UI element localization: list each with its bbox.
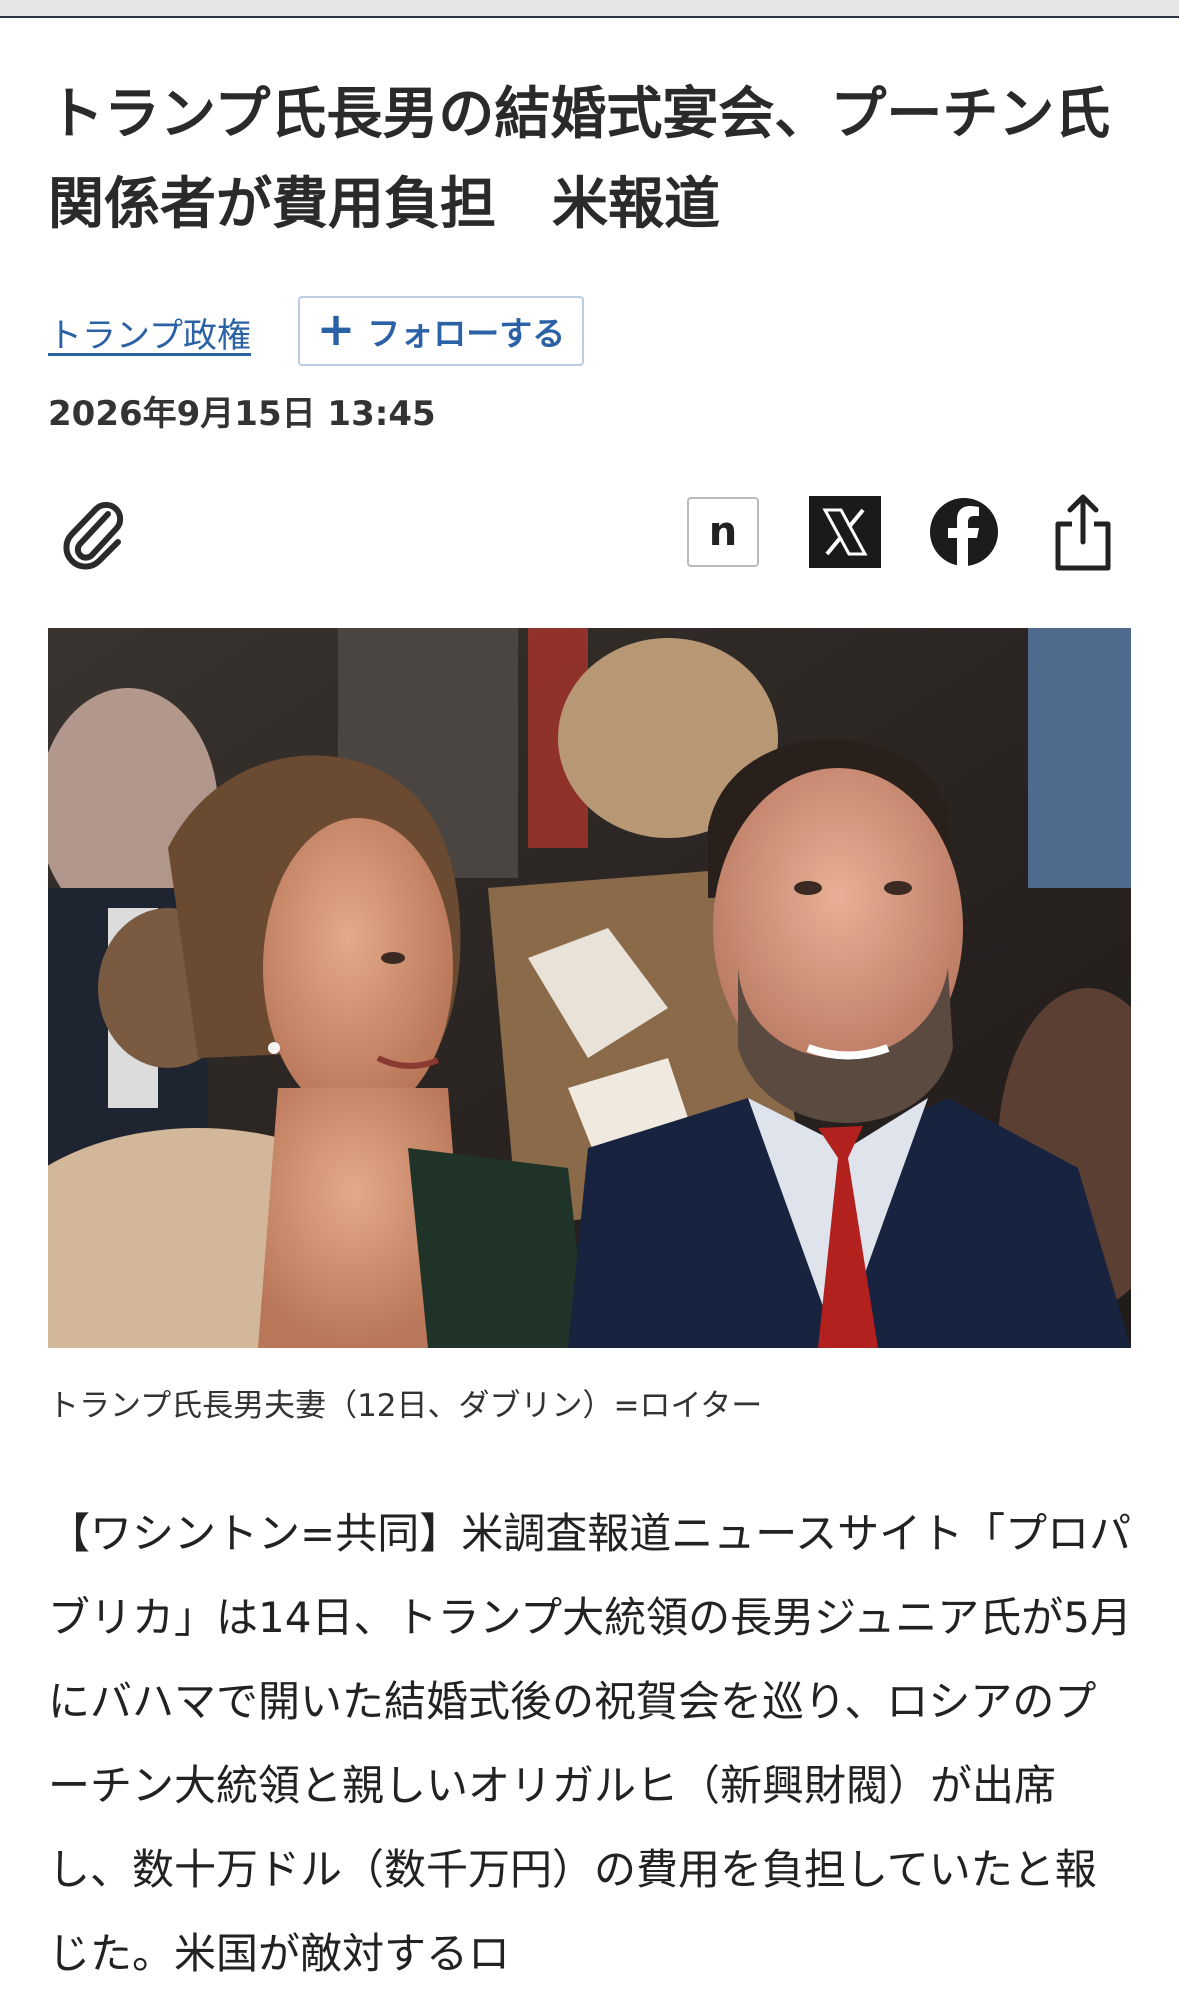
paperclip-icon[interactable] [60, 496, 130, 570]
article-headline: トランプ氏長男の結婚式宴会、プーチン氏 関係者が費用負担 米報道 [48, 82, 1111, 237]
article-body: 【ワシントン=共同】米調査報道ニュースサイト「プロパブリカ」は14日、トランプ大… [48, 1509, 1132, 1978]
plus-icon: + [316, 302, 356, 356]
article-photo [48, 628, 1131, 1348]
share-icon[interactable] [1050, 492, 1116, 572]
note-letter: n [708, 509, 738, 555]
article-date: 2026年9月15日 13:45 [48, 394, 436, 434]
x-icon[interactable] [809, 496, 881, 568]
follow-button[interactable]: + フォローする [298, 296, 584, 366]
facebook-icon[interactable] [928, 496, 1000, 568]
photo-caption: トランプ氏長男夫妻（12日、ダブリン）=ロイター [48, 1388, 763, 1424]
note-icon[interactable]: n [686, 496, 760, 568]
topic-link[interactable]: トランプ政権 [48, 308, 251, 357]
follow-button-label: フォローする [367, 314, 566, 353]
top-status-strip [0, 0, 1179, 18]
